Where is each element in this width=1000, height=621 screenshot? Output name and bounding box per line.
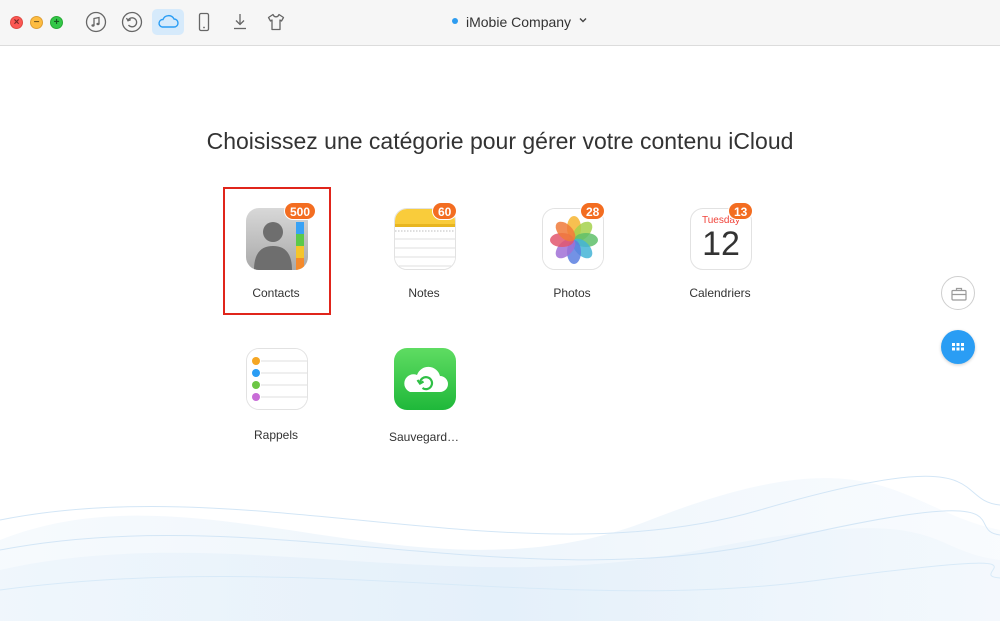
maximize-icon: + xyxy=(53,17,60,28)
category-notes[interactable]: 60 Notes xyxy=(364,188,484,318)
photos-count-badge: 28 xyxy=(580,202,606,220)
device-name: iMobie Company xyxy=(466,14,572,30)
title-bar: × − + iMobie Company xyxy=(0,0,1000,46)
music-toolbar-button[interactable] xyxy=(81,9,111,35)
backup-icon xyxy=(394,348,456,410)
tshirt-icon xyxy=(267,13,285,31)
selected-category-outline xyxy=(223,187,331,315)
reminders-label: Rappels xyxy=(253,428,299,442)
close-window-button[interactable]: × xyxy=(10,16,23,29)
backup-label: Sauvegard… xyxy=(388,430,460,444)
category-backup[interactable]: Sauvegard… xyxy=(364,328,484,458)
category-calendars[interactable]: Tuesday 12 13 Calendriers xyxy=(660,188,780,318)
chevron-down-icon xyxy=(579,18,587,23)
music-note-icon xyxy=(85,11,107,33)
notes-count-badge: 60 xyxy=(432,202,458,220)
category-grid-button[interactable] xyxy=(941,330,975,364)
restore-icon xyxy=(121,11,143,33)
minimize-window-button[interactable]: − xyxy=(30,16,43,29)
download-toolbar-button[interactable] xyxy=(225,9,255,35)
category-reminders[interactable]: Rappels xyxy=(216,328,336,458)
photos-label: Photos xyxy=(553,286,591,300)
maximize-window-button[interactable]: + xyxy=(50,16,63,29)
icloud-toolbar-button[interactable] xyxy=(152,9,184,35)
category-photos[interactable]: 28 Photos xyxy=(512,188,632,318)
briefcase-icon xyxy=(951,287,967,301)
page-heading: Choisissez une catégorie pour gérer votr… xyxy=(206,128,794,154)
device-status-dot xyxy=(452,18,458,24)
grid-icon xyxy=(952,343,964,351)
toolkit-toolbar-button[interactable] xyxy=(261,9,291,35)
calendars-count-badge: 13 xyxy=(728,202,754,220)
calendars-label: Calendriers xyxy=(689,286,751,300)
phone-icon xyxy=(198,12,210,32)
toolbox-button[interactable] xyxy=(941,276,975,310)
background-waves xyxy=(0,475,1000,621)
calendar-day-number: 12 xyxy=(702,225,740,263)
download-icon xyxy=(234,14,246,30)
restore-toolbar-button[interactable] xyxy=(117,9,147,35)
minimize-icon: − xyxy=(33,17,40,28)
reminders-icon xyxy=(246,348,308,410)
device-toolbar-button[interactable] xyxy=(189,9,219,35)
close-icon: × xyxy=(13,17,20,28)
icloud-icon xyxy=(158,14,179,28)
notes-label: Notes xyxy=(408,286,440,300)
